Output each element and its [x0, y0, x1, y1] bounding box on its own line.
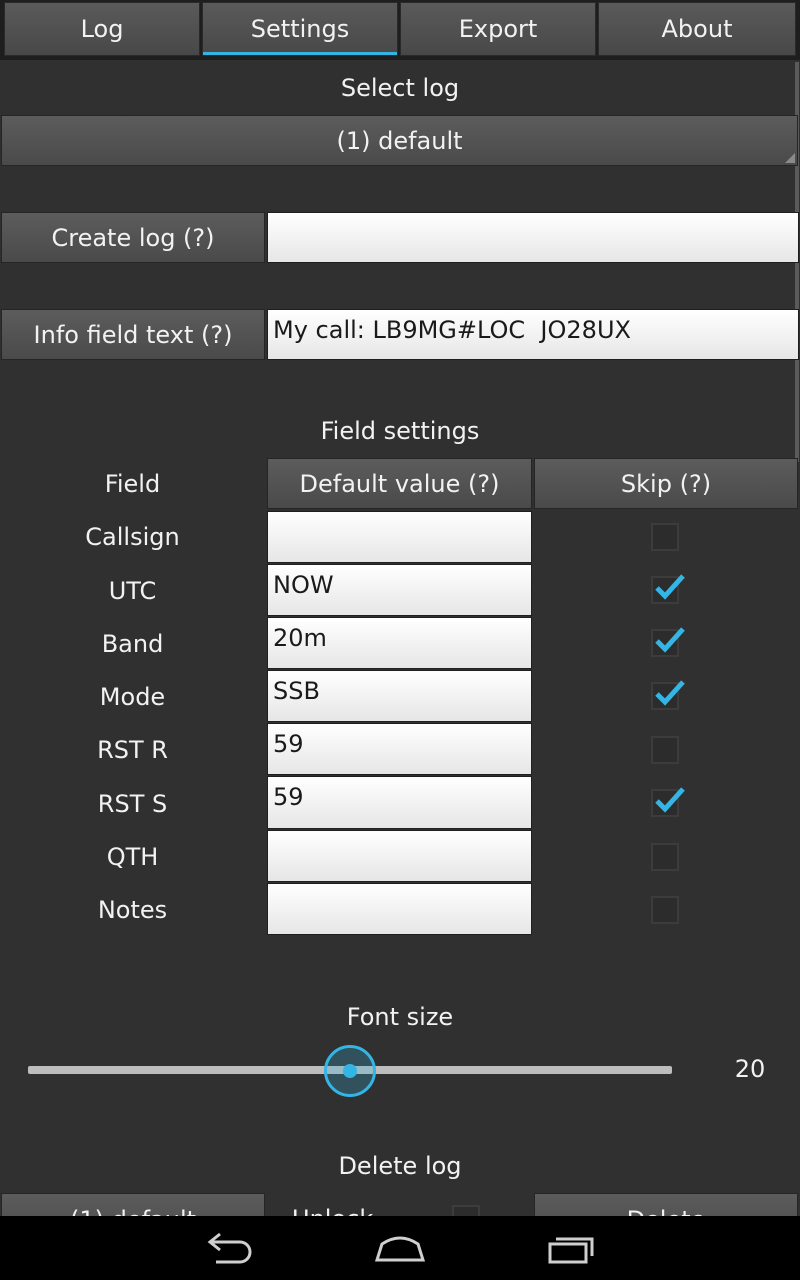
row-label-rst-r: RST R [97, 736, 168, 764]
info-field-input[interactable]: My call: LB9MG#LOC JO28UX [267, 309, 799, 360]
default-mode-input[interactable]: SSB [267, 670, 532, 722]
skip-help-button[interactable]: Skip (?) [534, 458, 798, 509]
skip-rst-s-checkbox[interactable] [651, 787, 685, 817]
delete-button[interactable]: Delete [534, 1193, 798, 1216]
back-icon[interactable] [200, 1230, 260, 1266]
skip-notes-checkbox[interactable] [651, 896, 679, 924]
field-column-header: Field [104, 470, 161, 498]
info-field-button[interactable]: Info field text (?) [1, 309, 265, 360]
skip-mode-checkbox[interactable] [651, 680, 685, 710]
default-band-input[interactable]: 20m [267, 617, 532, 669]
unlock-checkbox[interactable] [452, 1205, 480, 1216]
default-rst-s-input[interactable]: 59 [267, 776, 532, 829]
default-qth-input[interactable] [267, 830, 532, 882]
check-icon [655, 574, 685, 600]
tab-about[interactable]: About [598, 2, 796, 56]
check-icon [655, 787, 685, 813]
delete-log-title: Delete log [338, 1152, 462, 1180]
delete-log-spinner[interactable]: (1) default [1, 1193, 265, 1216]
delete-log-row: (1) default Unlock Delete [0, 1190, 800, 1216]
create-log-input[interactable] [267, 212, 799, 263]
row-label-qth: QTH [106, 843, 159, 871]
home-icon[interactable] [370, 1230, 430, 1266]
default-callsign-input[interactable] [267, 511, 532, 563]
recent-apps-icon[interactable] [542, 1230, 602, 1266]
field-settings-title: Field settings [320, 417, 480, 445]
tab-bar: Log Settings Export About [0, 0, 800, 60]
skip-qth-checkbox[interactable] [651, 843, 679, 871]
row-label-notes: Notes [97, 896, 168, 924]
check-icon [655, 627, 685, 653]
select-log-spinner[interactable]: (1) default [1, 115, 798, 166]
create-log-button[interactable]: Create log (?) [1, 212, 265, 263]
skip-rst-r-checkbox[interactable] [651, 736, 679, 764]
select-log-title: Select log [340, 74, 460, 102]
skip-callsign-checkbox[interactable] [651, 523, 679, 551]
row-label-utc: UTC [108, 577, 157, 605]
skip-utc-checkbox[interactable] [651, 574, 685, 604]
row-label-rst-s: RST S [97, 790, 168, 818]
default-rst-r-input[interactable]: 59 [267, 723, 532, 775]
default-utc-input[interactable]: NOW [267, 564, 532, 616]
row-label-callsign: Callsign [85, 523, 180, 551]
unlock-label: Unlock [292, 1205, 373, 1216]
system-nav-bar [0, 1216, 800, 1280]
row-label-mode: Mode [99, 683, 166, 711]
tab-log[interactable]: Log [4, 2, 200, 56]
check-icon [655, 680, 685, 706]
font-size-title: Font size [346, 1003, 454, 1031]
default-notes-input[interactable] [267, 883, 532, 935]
row-label-band: Band [101, 630, 164, 658]
tab-export[interactable]: Export [400, 2, 596, 56]
default-value-help-button[interactable]: Default value (?) [267, 458, 532, 509]
skip-band-checkbox[interactable] [651, 627, 685, 657]
font-size-value: 20 [734, 1055, 766, 1083]
font-size-slider-thumb[interactable] [324, 1045, 376, 1097]
tab-settings[interactable]: Settings [202, 2, 398, 56]
